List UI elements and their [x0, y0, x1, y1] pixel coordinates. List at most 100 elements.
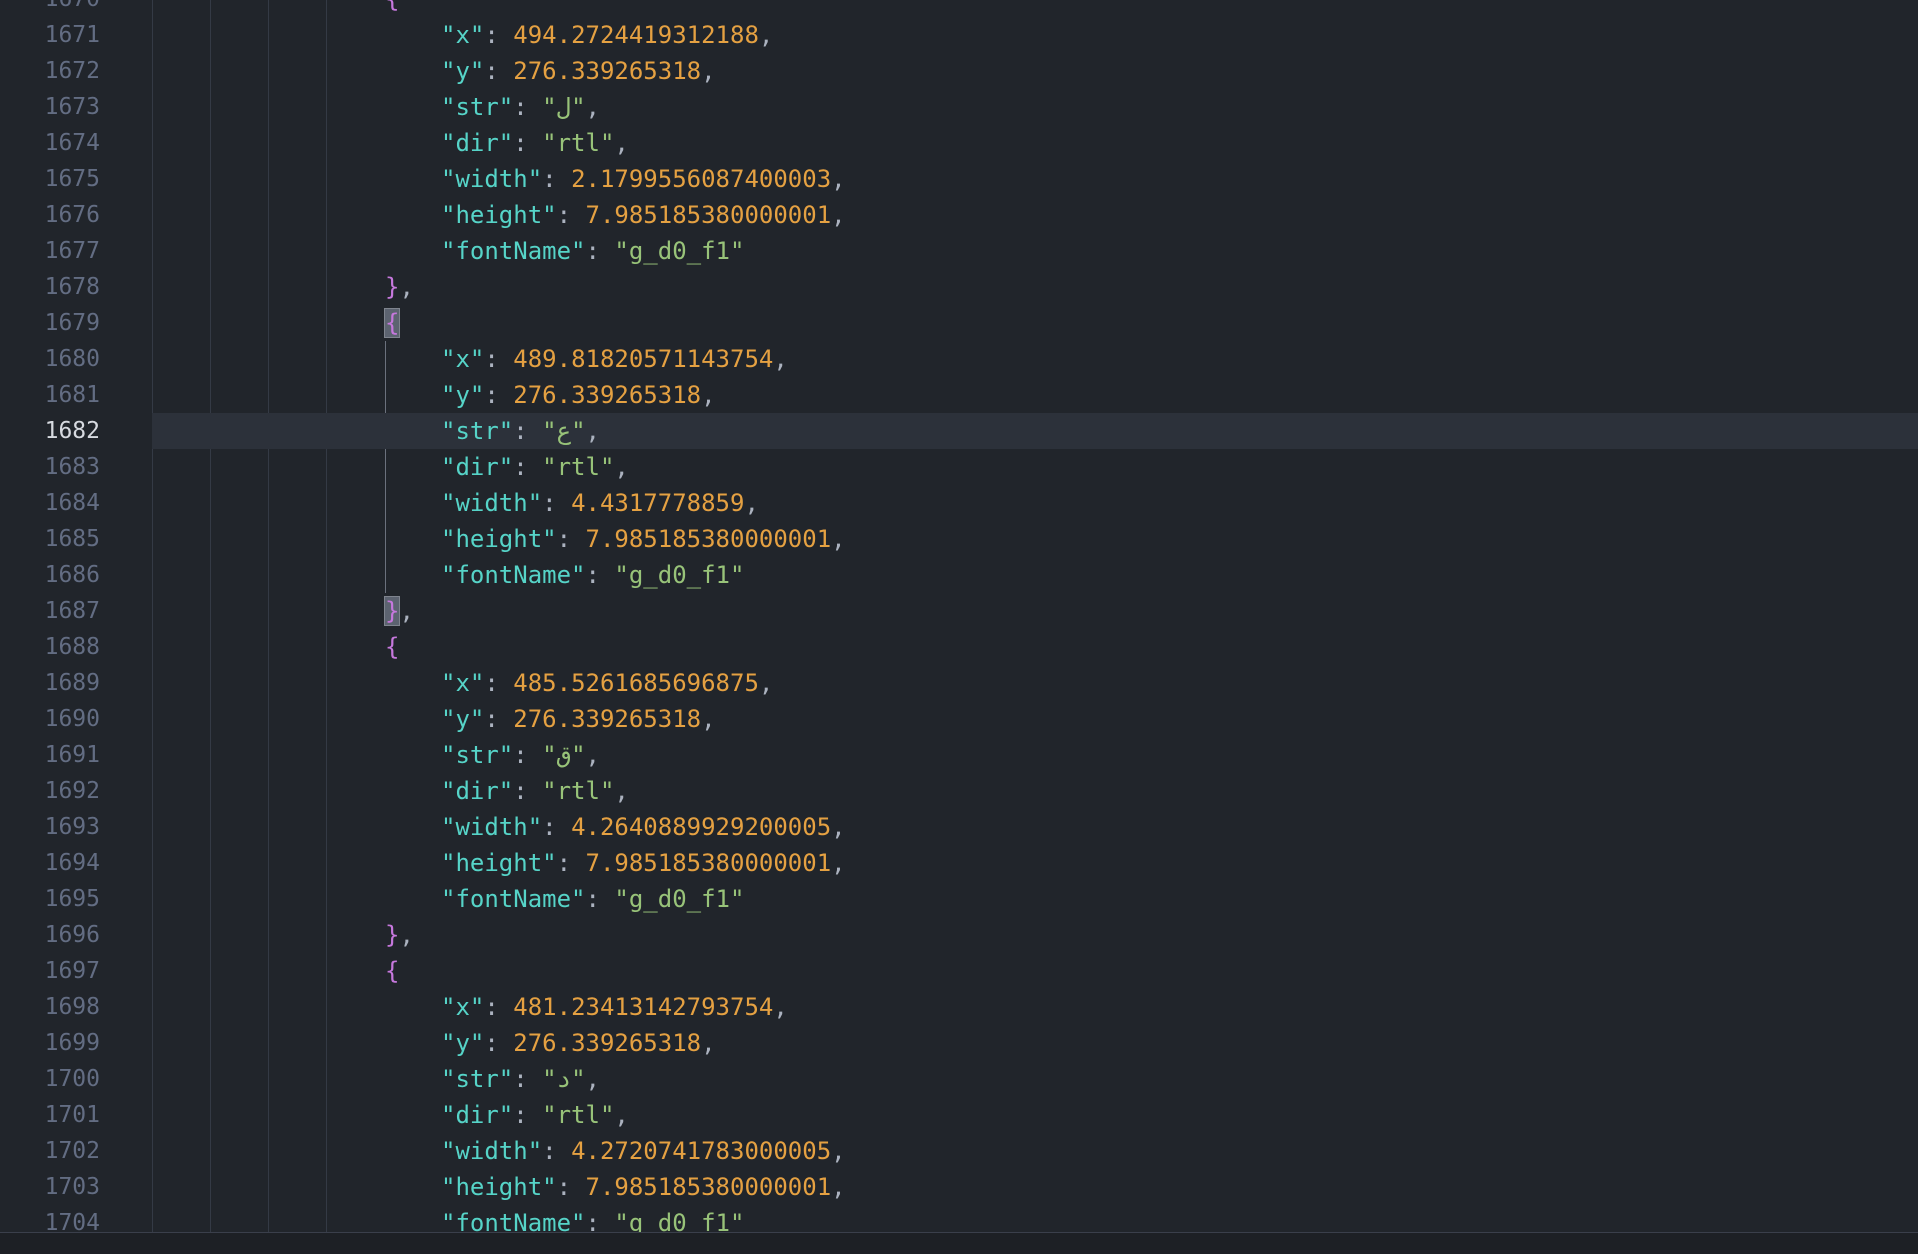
line-number[interactable]: 1673	[0, 89, 100, 125]
line-number[interactable]: 1678	[0, 269, 100, 305]
json-key-token: "fontName"	[441, 237, 586, 265]
code-line[interactable]: 1703 "height": 7.985185380000001,	[0, 1169, 1918, 1205]
json-number-token: 485.5261685696875	[513, 669, 759, 697]
code-line[interactable]: 1704 "fontName": "g_d0_f1"	[0, 1205, 1918, 1232]
code-line[interactable]: 1670 {	[0, 0, 1918, 17]
line-number[interactable]: 1697	[0, 953, 100, 989]
line-number[interactable]: 1700	[0, 1061, 100, 1097]
line-number[interactable]: 1672	[0, 53, 100, 89]
line-number[interactable]: 1696	[0, 917, 100, 953]
line-number[interactable]: 1692	[0, 773, 100, 809]
brace-token: {	[385, 0, 399, 13]
code-line[interactable]: 1682 "str": "ع",	[0, 413, 1918, 449]
line-number[interactable]: 1684	[0, 485, 100, 521]
code-line[interactable]: 1690 "y": 276.339265318,	[0, 701, 1918, 737]
line-number[interactable]: 1691	[0, 737, 100, 773]
json-string-token: "g_d0_f1"	[614, 1209, 745, 1232]
code-line[interactable]: 1685 "height": 7.985185380000001,	[0, 521, 1918, 557]
json-key-token: "str"	[441, 93, 514, 121]
code-line[interactable]: 1681 "y": 276.339265318,	[0, 377, 1918, 413]
code-line[interactable]: 1693 "width": 4.2640889929200005,	[0, 809, 1918, 845]
line-number[interactable]: 1703	[0, 1169, 100, 1205]
line-number[interactable]: 1679	[0, 305, 100, 341]
line-number[interactable]: 1674	[0, 125, 100, 161]
code-line[interactable]: 1671 "x": 494.2724419312188,	[0, 17, 1918, 53]
line-number[interactable]: 1685	[0, 521, 100, 557]
trailing-punctuation: ,	[701, 705, 716, 733]
json-key-token: "dir"	[441, 129, 514, 157]
code-text: "x": 489.81820571143754,	[441, 341, 788, 377]
line-number[interactable]: 1676	[0, 197, 100, 233]
json-key-token: "dir"	[441, 777, 514, 805]
code-line[interactable]: 1691 "str": "ق",	[0, 737, 1918, 773]
line-number[interactable]: 1688	[0, 629, 100, 665]
code-line[interactable]: 1674 "dir": "rtl",	[0, 125, 1918, 161]
code-line[interactable]: 1678},	[0, 269, 1918, 305]
line-number[interactable]: 1694	[0, 845, 100, 881]
json-key-token: "y"	[441, 1029, 485, 1057]
code-line[interactable]: 1675 "width": 2.1799556087400003,	[0, 161, 1918, 197]
code-line[interactable]: 1672 "y": 276.339265318,	[0, 53, 1918, 89]
line-number[interactable]: 1683	[0, 449, 100, 485]
json-number-token: 276.339265318	[513, 705, 702, 733]
json-number-token: 7.985185380000001	[585, 849, 832, 877]
line-number[interactable]: 1682	[0, 413, 100, 449]
line-number[interactable]: 1698	[0, 989, 100, 1025]
code-text: "height": 7.985185380000001,	[441, 521, 846, 557]
code-line[interactable]: 1688 {	[0, 629, 1918, 665]
line-number[interactable]: 1693	[0, 809, 100, 845]
trailing-punctuation: ,	[614, 777, 629, 805]
code-line[interactable]: 1677 "fontName": "g_d0_f1"	[0, 233, 1918, 269]
code-line[interactable]: 1683 "dir": "rtl",	[0, 449, 1918, 485]
code-line[interactable]: 1692 "dir": "rtl",	[0, 773, 1918, 809]
code-line[interactable]: 1700 "str": "د",	[0, 1061, 1918, 1097]
line-number[interactable]: 1701	[0, 1097, 100, 1133]
json-number-token: 7.985185380000001	[585, 525, 832, 553]
trailing-punctuation: ,	[758, 21, 774, 49]
code-line[interactable]: 1687},	[0, 593, 1918, 629]
line-number[interactable]: 1677	[0, 233, 100, 269]
code-line[interactable]: 1689 "x": 485.5261685696875,	[0, 665, 1918, 701]
json-key-token: "width"	[441, 165, 543, 193]
code-line[interactable]: 1696},	[0, 917, 1918, 953]
line-number[interactable]: 1671	[0, 17, 100, 53]
code-line[interactable]: 1673 "str": "ل",	[0, 89, 1918, 125]
json-key-token: "x"	[441, 993, 485, 1021]
colon-token: :	[585, 885, 615, 913]
line-number[interactable]: 1690	[0, 701, 100, 737]
editor-viewport[interactable]: 1670 {1671 "x": 494.2724419312188, 1672 "y":…	[0, 0, 1918, 1232]
line-number[interactable]: 1699	[0, 1025, 100, 1061]
code-line[interactable]: 1698 "x": 481.23413142793754,	[0, 989, 1918, 1025]
code-text: "height": 7.985185380000001,	[441, 197, 846, 233]
line-number[interactable]: 1689	[0, 665, 100, 701]
line-number[interactable]: 1680	[0, 341, 100, 377]
line-number[interactable]: 1704	[0, 1205, 100, 1232]
line-number[interactable]: 1687	[0, 593, 100, 629]
code-editor[interactable]: 1670 {1671 "x": 494.2724419312188, 1672 "y":…	[0, 0, 1918, 1254]
line-number[interactable]: 1695	[0, 881, 100, 917]
code-line[interactable]: 1702 "width": 4.2720741783000005,	[0, 1133, 1918, 1169]
json-number-token: 4.4317778859	[571, 489, 745, 517]
brace-token: }	[385, 273, 400, 301]
code-line[interactable]: 1695 "fontName": "g_d0_f1"	[0, 881, 1918, 917]
code-line[interactable]: 1697 {	[0, 953, 1918, 989]
line-number[interactable]: 1681	[0, 377, 100, 413]
code-line[interactable]: 1686 "fontName": "g_d0_f1"	[0, 557, 1918, 593]
code-line[interactable]: 1684 "width": 4.4317778859,	[0, 485, 1918, 521]
code-text: "height": 7.985185380000001,	[441, 845, 846, 881]
line-number[interactable]: 1675	[0, 161, 100, 197]
line-number[interactable]: 1686	[0, 557, 100, 593]
code-line[interactable]: 1694 "height": 7.985185380000001,	[0, 845, 1918, 881]
json-key-token: "height"	[441, 525, 557, 553]
code-line[interactable]: 1699 "y": 276.339265318,	[0, 1025, 1918, 1061]
code-line[interactable]: 1679 {	[0, 305, 1918, 341]
line-number[interactable]: 1670	[0, 0, 100, 17]
line-number[interactable]: 1702	[0, 1133, 100, 1169]
code-line[interactable]: 1701 "dir": "rtl",	[0, 1097, 1918, 1133]
code-line[interactable]: 1676 "height": 7.985185380000001,	[0, 197, 1918, 233]
colon-token: :	[484, 345, 514, 373]
colon-token: :	[513, 777, 543, 805]
code-text: "x": 481.23413142793754,	[441, 989, 788, 1025]
code-line[interactable]: 1680 "x": 489.81820571143754,	[0, 341, 1918, 377]
colon-token: :	[542, 1137, 572, 1165]
